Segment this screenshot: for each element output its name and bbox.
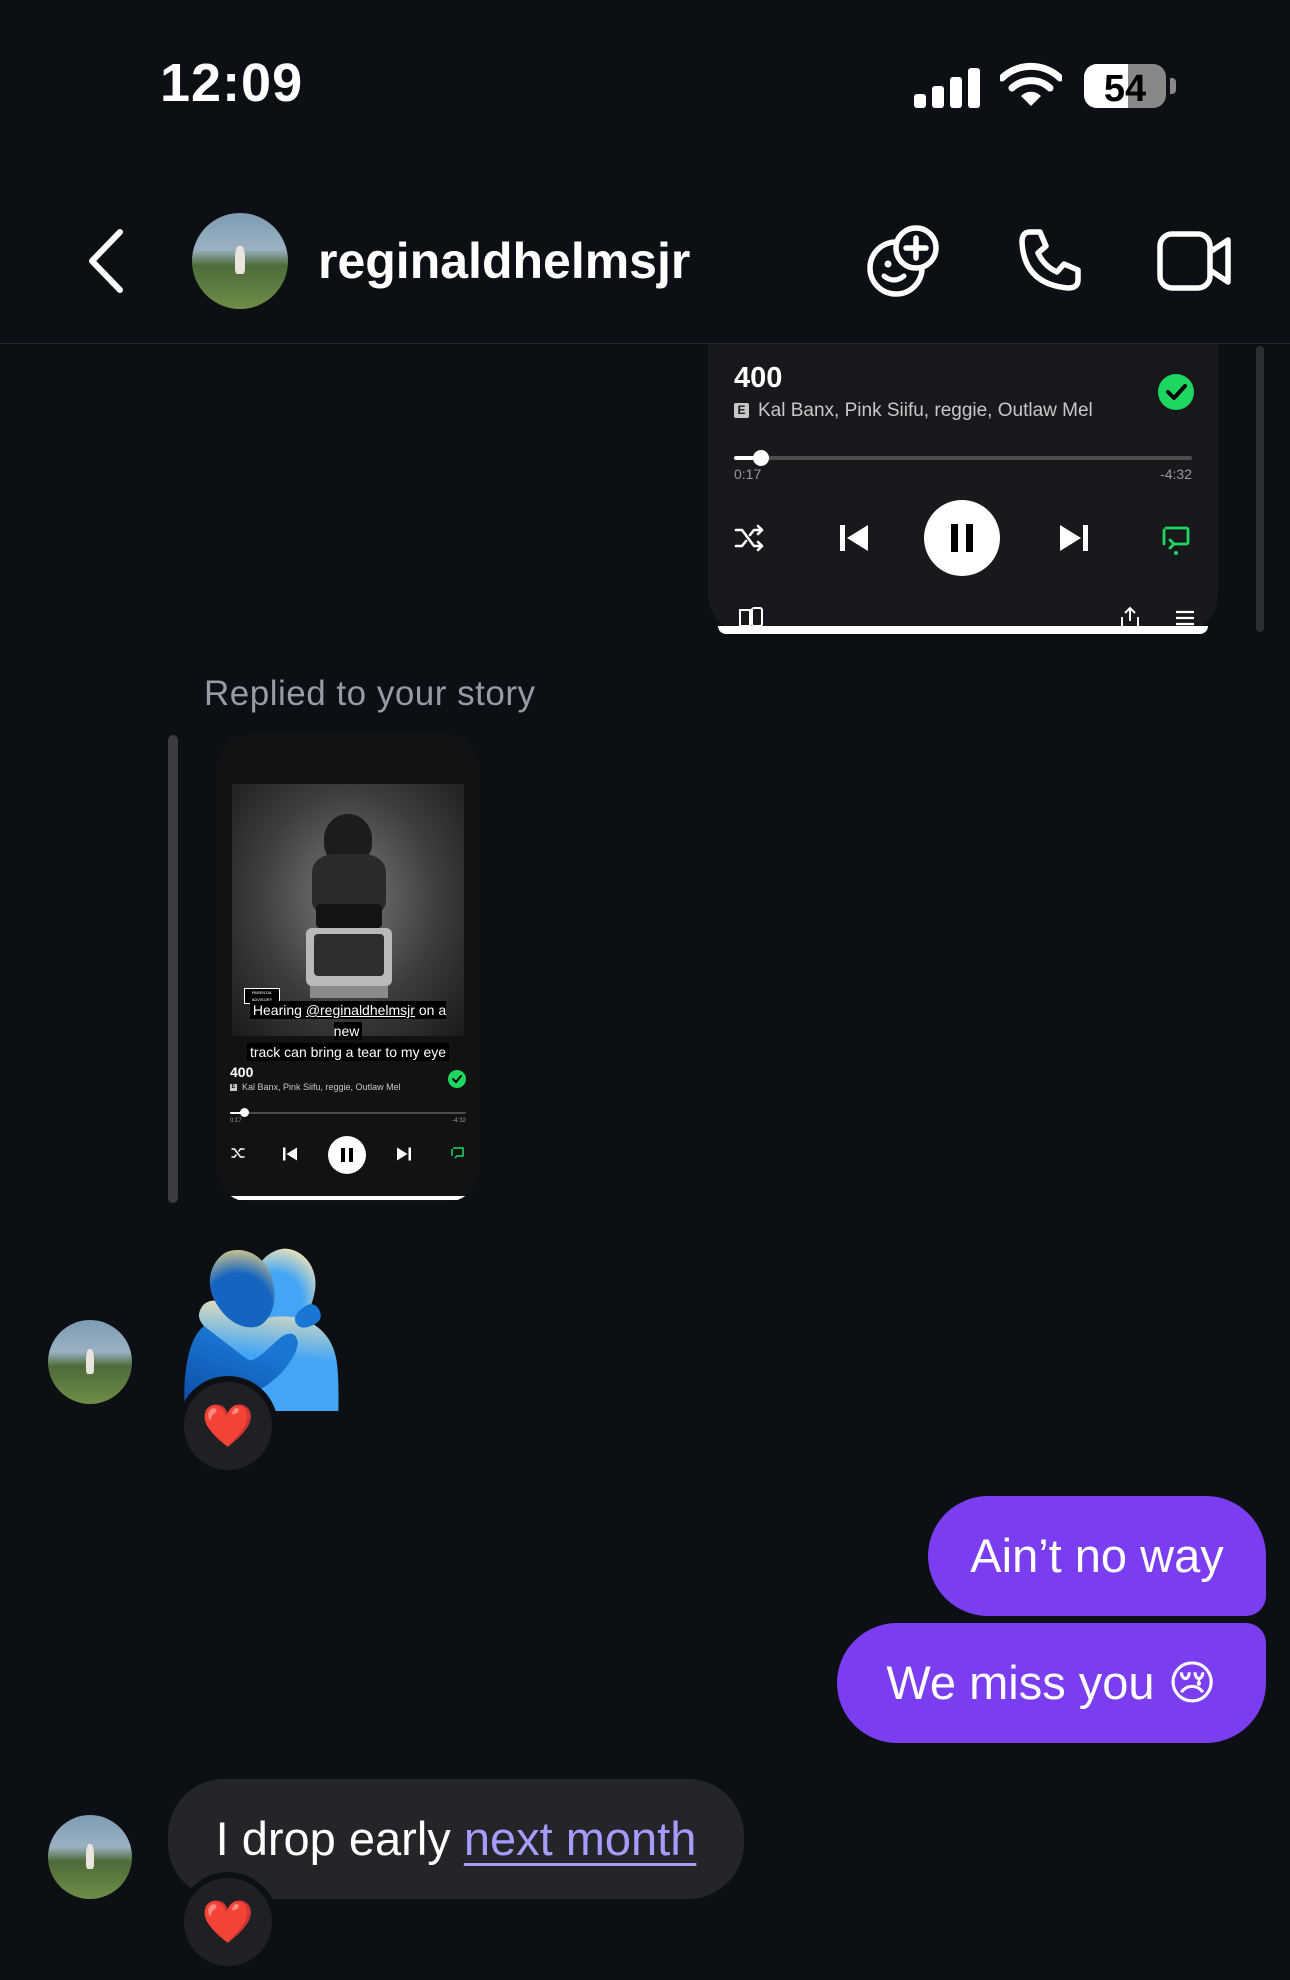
story-preview[interactable]: PARENTAL ADVISORY Hearing @reginaldhelms… [216, 734, 480, 1202]
story-pause-button [328, 1136, 366, 1174]
story-progress-bar [230, 1112, 466, 1114]
caption-prefix: Hearing [252, 1002, 306, 1018]
story-next-icon [397, 1147, 411, 1161]
story-explicit-badge: E [230, 1084, 237, 1091]
header-avatar[interactable] [192, 213, 288, 309]
reply-quote-line [168, 735, 178, 1203]
caption-line2: track can bring a tear to my eye [246, 1043, 450, 1061]
story-repeat-icon [451, 1147, 464, 1159]
story-previous-icon [283, 1147, 297, 1161]
sender-avatar[interactable] [48, 1320, 132, 1404]
outgoing-message[interactable]: We miss you 😢 [837, 1623, 1266, 1743]
shuffle-icon[interactable] [734, 524, 764, 552]
video-icon[interactable] [1156, 230, 1232, 292]
replied-to-story-label: Replied to your story [204, 674, 536, 713]
card-bottom-edge [718, 626, 1208, 634]
check-icon [1158, 374, 1194, 410]
signal-icon [914, 68, 980, 108]
track-artists: Kal Banx, Pink Siifu, reggie, Outlaw Mel [758, 400, 1093, 421]
progress-bar[interactable] [734, 456, 1192, 460]
remaining-time: -4:32 [1160, 466, 1192, 482]
story-track-artists: Kal Banx, Pink Siifu, reggie, Outlaw Mel [242, 1082, 401, 1092]
story-elapsed: 0:17 [230, 1118, 242, 1124]
progress-knob[interactable] [753, 450, 770, 466]
track-title: 400 [734, 362, 783, 394]
message-text: I drop early [215, 1812, 464, 1865]
previous-icon[interactable] [838, 522, 870, 554]
story-bottom-edge [222, 1196, 474, 1200]
outgoing-message[interactable]: Ain’t no way [928, 1496, 1266, 1616]
message-link[interactable]: next month [464, 1812, 697, 1865]
story-shuffle-icon [231, 1148, 245, 1158]
battery-icon: 54 [1084, 64, 1166, 108]
status-time: 12:09 [160, 53, 304, 113]
devices-icon[interactable] [738, 606, 764, 628]
scrollbar[interactable] [1256, 346, 1264, 632]
add-effect-icon[interactable] [866, 224, 942, 300]
shared-track-card[interactable]: 400 E Kal Banx, Pink Siifu, reggie, Outl… [708, 344, 1218, 634]
next-icon[interactable] [1058, 522, 1090, 554]
message-text: We miss you [886, 1656, 1168, 1709]
pause-icon [951, 524, 973, 552]
story-check-icon [448, 1070, 466, 1088]
sender-avatar[interactable] [48, 1815, 132, 1899]
story-track-title: 400 [230, 1064, 254, 1080]
story-remaining: -4:32 [452, 1118, 466, 1124]
caption-mention[interactable]: @reginaldhelmsjr [306, 1002, 415, 1018]
hug-emoji-message[interactable]: 🫂 [168, 1248, 355, 1408]
battery-tip [1170, 78, 1176, 94]
explicit-badge: E [734, 403, 749, 418]
repeat-icon[interactable] [1160, 524, 1192, 556]
wifi-icon [1000, 62, 1062, 106]
header-username[interactable]: reginaldhelmsjr [318, 232, 690, 290]
pause-button[interactable] [924, 500, 1000, 576]
heart-reaction[interactable]: ❤️ [178, 1872, 278, 1972]
elapsed-time: 0:17 [734, 466, 762, 482]
back-chevron-icon[interactable] [86, 228, 126, 294]
battery-percentage: 54 [1103, 68, 1147, 108]
story-pause-icon [341, 1148, 353, 1162]
album-art: PARENTAL ADVISORY [232, 784, 464, 1036]
story-caption: Hearing @reginaldhelmsjr on a new track … [236, 1000, 460, 1063]
phone-icon[interactable] [1016, 226, 1084, 294]
queue-icon[interactable] [1174, 608, 1196, 628]
crying-face-emoji: 😢 [1167, 1656, 1217, 1709]
story-progress-knob [240, 1108, 250, 1117]
heart-reaction[interactable]: ❤️ [178, 1376, 278, 1476]
